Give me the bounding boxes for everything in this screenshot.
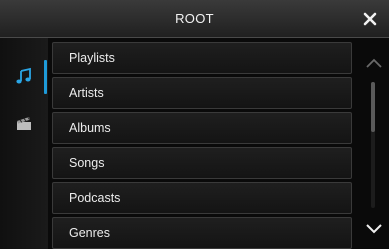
list-item-label: Genres [69,226,110,240]
scroll-track[interactable] [371,82,375,208]
video-clapper-icon [17,117,31,130]
list-item-podcasts[interactable]: Podcasts [52,182,352,214]
scrollbar [358,38,389,249]
source-sidebar [0,38,48,249]
active-tab-indicator [44,60,47,94]
header-bar: ROOT [0,0,389,38]
chevron-up-icon [365,58,382,68]
close-icon [363,12,377,26]
list-item-label: Podcasts [69,191,121,205]
list-item-albums[interactable]: Albums [52,112,352,144]
list-item-label: Albums [69,121,111,135]
list-item-label: Playlists [69,51,115,65]
close-button[interactable] [357,6,383,32]
list-item-artists[interactable]: Artists [52,77,352,109]
music-tab[interactable] [0,54,48,98]
list-item-label: Songs [69,156,105,170]
video-tab[interactable] [0,102,48,146]
chevron-down-icon [365,224,382,234]
list-item-genres[interactable]: Genres [52,217,352,249]
scroll-down-button[interactable] [360,216,387,242]
scroll-thumb[interactable] [371,82,375,132]
page-title: ROOT [175,11,214,26]
browse-list: Playlists Artists Albums Songs Podcasts … [52,42,352,249]
screen: ROOT Playlists Artists Albums Songs Podc… [0,0,389,249]
list-item-songs[interactable]: Songs [52,147,352,179]
list-item-playlists[interactable]: Playlists [52,42,352,74]
scroll-up-button[interactable] [360,50,387,76]
music-note-icon [16,67,31,84]
list-item-label: Artists [69,86,104,100]
